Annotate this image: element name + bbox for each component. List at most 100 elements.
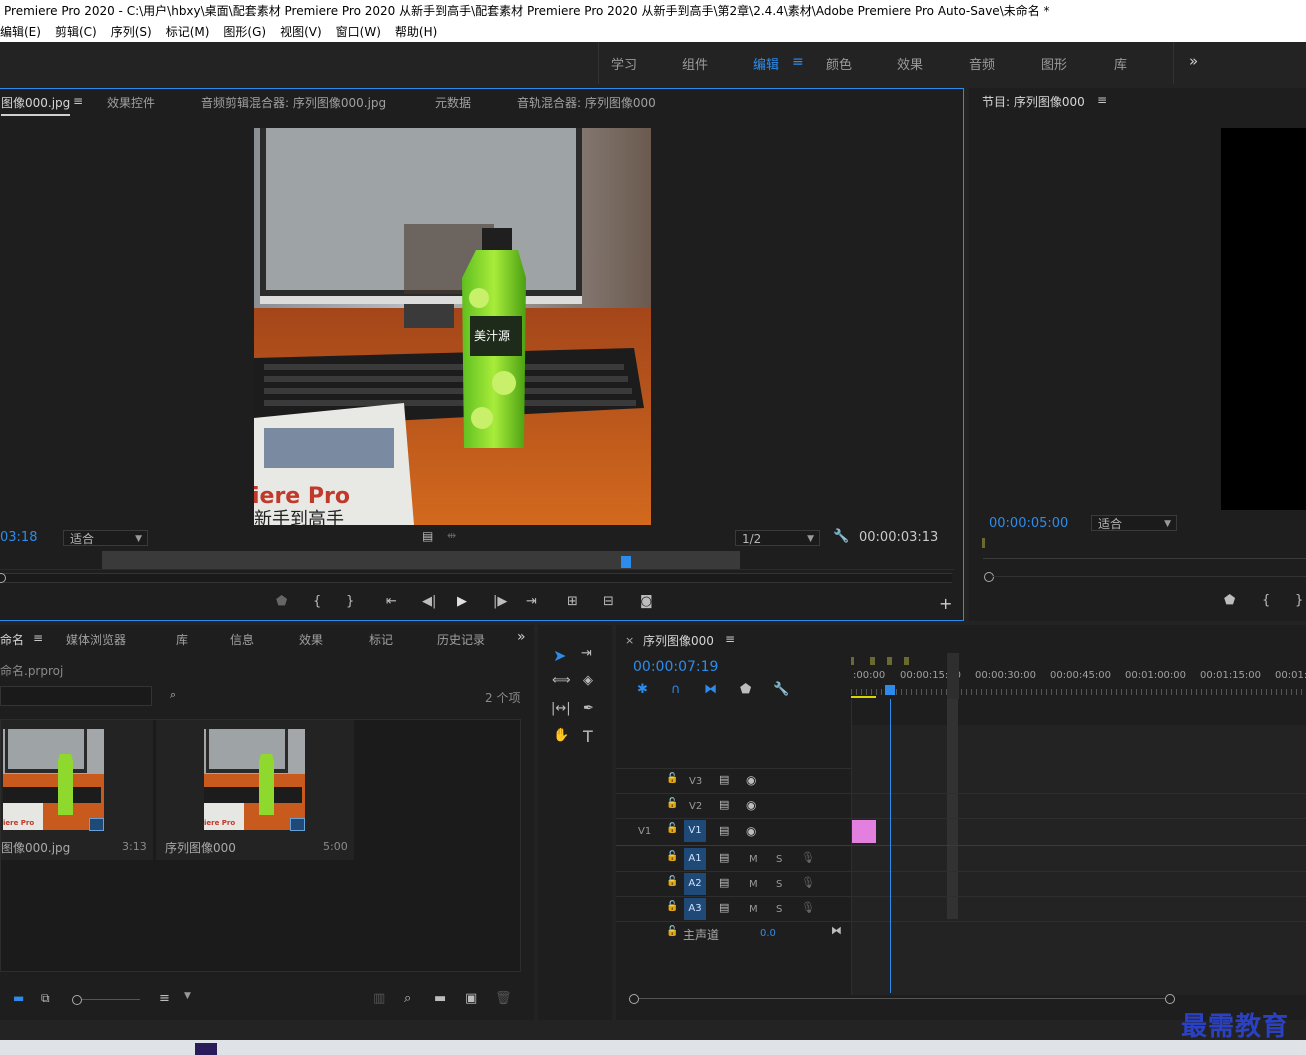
mark-in-icon[interactable]: { [1262,593,1270,608]
project-item[interactable]: iere Pro 序列图像000 5:00 [156,720,354,860]
zoom-slider[interactable] [82,999,140,1000]
program-zoom-handle[interactable] [984,572,994,582]
project-search-input[interactable] [0,686,152,706]
workspace-menu-icon[interactable]: ≡ [792,54,804,70]
program-fit-dropdown[interactable]: 适合 ▼ [1091,515,1177,531]
source-playhead[interactable] [621,556,631,568]
hand-tool-icon[interactable]: ✋ [553,728,569,743]
type-tool-icon[interactable]: T [583,727,593,746]
zoom-slider-handle[interactable] [72,995,82,1005]
master-volume-value[interactable]: 0.0 [760,928,776,939]
timeline-playhead-line[interactable] [890,699,891,993]
timeline-clip[interactable] [852,820,876,843]
timeline-ruler[interactable]: :00:00 00:00:15:00 00:00:30:00 00:00:45:… [851,653,1306,699]
source-fit-dropdown[interactable]: 适合 ▼ [63,530,148,546]
close-icon[interactable]: × [625,634,634,647]
mark-out-icon[interactable]: } [346,594,354,609]
razor-tool-icon[interactable]: ◈ [583,673,593,688]
project-tab-menu-icon[interactable]: ≡ [33,631,43,645]
source-playhead-timecode[interactable]: 03:18 [0,530,37,545]
source-in-out-range[interactable] [102,551,740,569]
track-target-v1[interactable]: V1 [684,820,706,842]
sync-lock-icon[interactable]: ▤ [719,798,729,811]
track-target-a2[interactable]: A2 [684,873,706,895]
timeline-settings-icon[interactable]: 🔧 [773,682,789,697]
tab-media-browser[interactable]: 媒体浏览器 [66,631,126,648]
play-icon[interactable]: ▶ [457,594,467,609]
lock-icon[interactable]: 🔓 [666,823,678,834]
timeline-zoom-handle-right[interactable] [1165,994,1175,1004]
workspace-libraries[interactable]: 库 [1114,54,1127,73]
mute-button[interactable]: M [749,854,758,865]
workspace-learning[interactable]: 学习 [611,54,637,73]
sync-lock-icon[interactable]: ▤ [719,876,729,889]
source-patch-v1[interactable]: V1 [638,826,651,837]
timeline-playhead-timecode[interactable]: 00:00:07:19 [633,659,718,675]
tab-metadata[interactable]: 元数据 [435,94,471,111]
mark-in-icon[interactable]: { [313,594,321,609]
lock-icon[interactable]: 🔓 [666,851,678,862]
tab-audio-clip-mixer[interactable]: 音频剪辑混合器: 序列图像000.jpg [201,94,386,111]
tab-source[interactable]: 图像000.jpg [1,94,71,116]
source-resolution-dropdown[interactable]: 1/2 ▼ [735,530,820,546]
add-marker-icon[interactable]: ⬟ [276,594,287,609]
work-area-bar[interactable] [851,696,876,698]
microphone-icon[interactable]: 🎙 [801,851,815,864]
menu-help[interactable]: 帮助(H) [395,22,437,42]
solo-button[interactable]: S [776,904,782,915]
ripple-edit-tool-icon[interactable]: ⟺ [552,673,571,688]
lock-icon[interactable]: 🔓 [666,773,678,784]
slip-tool-icon[interactable]: |↔| [551,701,571,716]
mute-button[interactable]: M [749,904,758,915]
workspace-overflow-icon[interactable]: » [1189,52,1198,70]
pen-tool-icon[interactable]: ✒ [583,701,594,716]
timeline-title[interactable]: 序列图像000 [643,632,714,649]
solo-button[interactable]: S [776,854,782,865]
eye-icon[interactable]: ◉ [746,773,756,787]
tab-effect-controls[interactable]: 效果控件 [107,94,155,111]
step-forward-icon[interactable]: |▶ [493,594,507,609]
mark-out-icon[interactable]: } [1295,593,1303,608]
program-playhead-timecode[interactable]: 00:00:05:00 [989,516,1068,531]
menu-window[interactable]: 窗口(W) [336,22,381,42]
project-overflow-icon[interactable]: » [517,629,526,645]
track-target-a1[interactable]: A1 [684,848,706,870]
track-select-tool-icon[interactable]: ⇥ [581,646,592,661]
mute-button[interactable]: M [749,879,758,890]
sync-icon[interactable]: ⧓ [831,924,842,937]
icon-view-icon[interactable]: ⧉ [41,991,50,1006]
chevron-down-icon[interactable]: ▼ [184,991,191,1001]
tab-effects[interactable]: 效果 [299,631,323,648]
lock-icon[interactable]: 🔓 [666,876,678,887]
sync-lock-icon[interactable]: ▤ [719,773,729,786]
button-editor-add-icon[interactable]: + [939,594,952,613]
drag-video-icon[interactable]: ▤ [422,529,433,543]
nest-icon[interactable]: ✱ [637,682,648,697]
lock-icon[interactable]: 🔓 [666,798,678,809]
timeline-playhead-handle[interactable] [885,685,895,695]
sync-lock-icon[interactable]: ▤ [719,851,729,864]
menu-clip[interactable]: 剪辑(C) [55,22,97,42]
program-monitor-title[interactable]: 节目: 序列图像000 [982,93,1085,110]
tab-audio-track-mixer[interactable]: 音轨混合器: 序列图像000 [517,94,656,111]
tab-libraries[interactable]: 库 [176,631,188,648]
workspace-audio[interactable]: 音频 [969,54,995,73]
project-item[interactable]: iere Pro 图像000.jpg 3:13 [1,720,153,860]
microphone-icon[interactable]: 🎙 [801,901,815,914]
program-tab-menu-icon[interactable]: ≡ [1097,93,1107,107]
tab-markers[interactable]: 标记 [369,631,393,648]
microphone-icon[interactable]: 🎙 [801,876,815,889]
new-item-icon[interactable]: ▣ [465,991,477,1006]
timeline-tab-menu-icon[interactable]: ≡ [725,632,735,646]
linked-selection-icon[interactable]: ⧓ [704,682,717,697]
insert-icon[interactable]: ⊞ [567,594,578,609]
workspace-effects[interactable]: 效果 [897,54,923,73]
go-to-out-icon[interactable]: ⇥ [526,594,537,609]
list-view-icon[interactable]: ▬ [13,991,24,1005]
menu-sequence[interactable]: 序列(S) [111,22,152,42]
track-name[interactable]: V3 [689,776,702,787]
sync-lock-icon[interactable]: ▤ [719,824,729,837]
camera-icon[interactable]: ◙ [640,594,653,609]
sort-icon[interactable]: ≡ [159,991,170,1006]
menu-markers[interactable]: 标记(M) [166,22,210,42]
